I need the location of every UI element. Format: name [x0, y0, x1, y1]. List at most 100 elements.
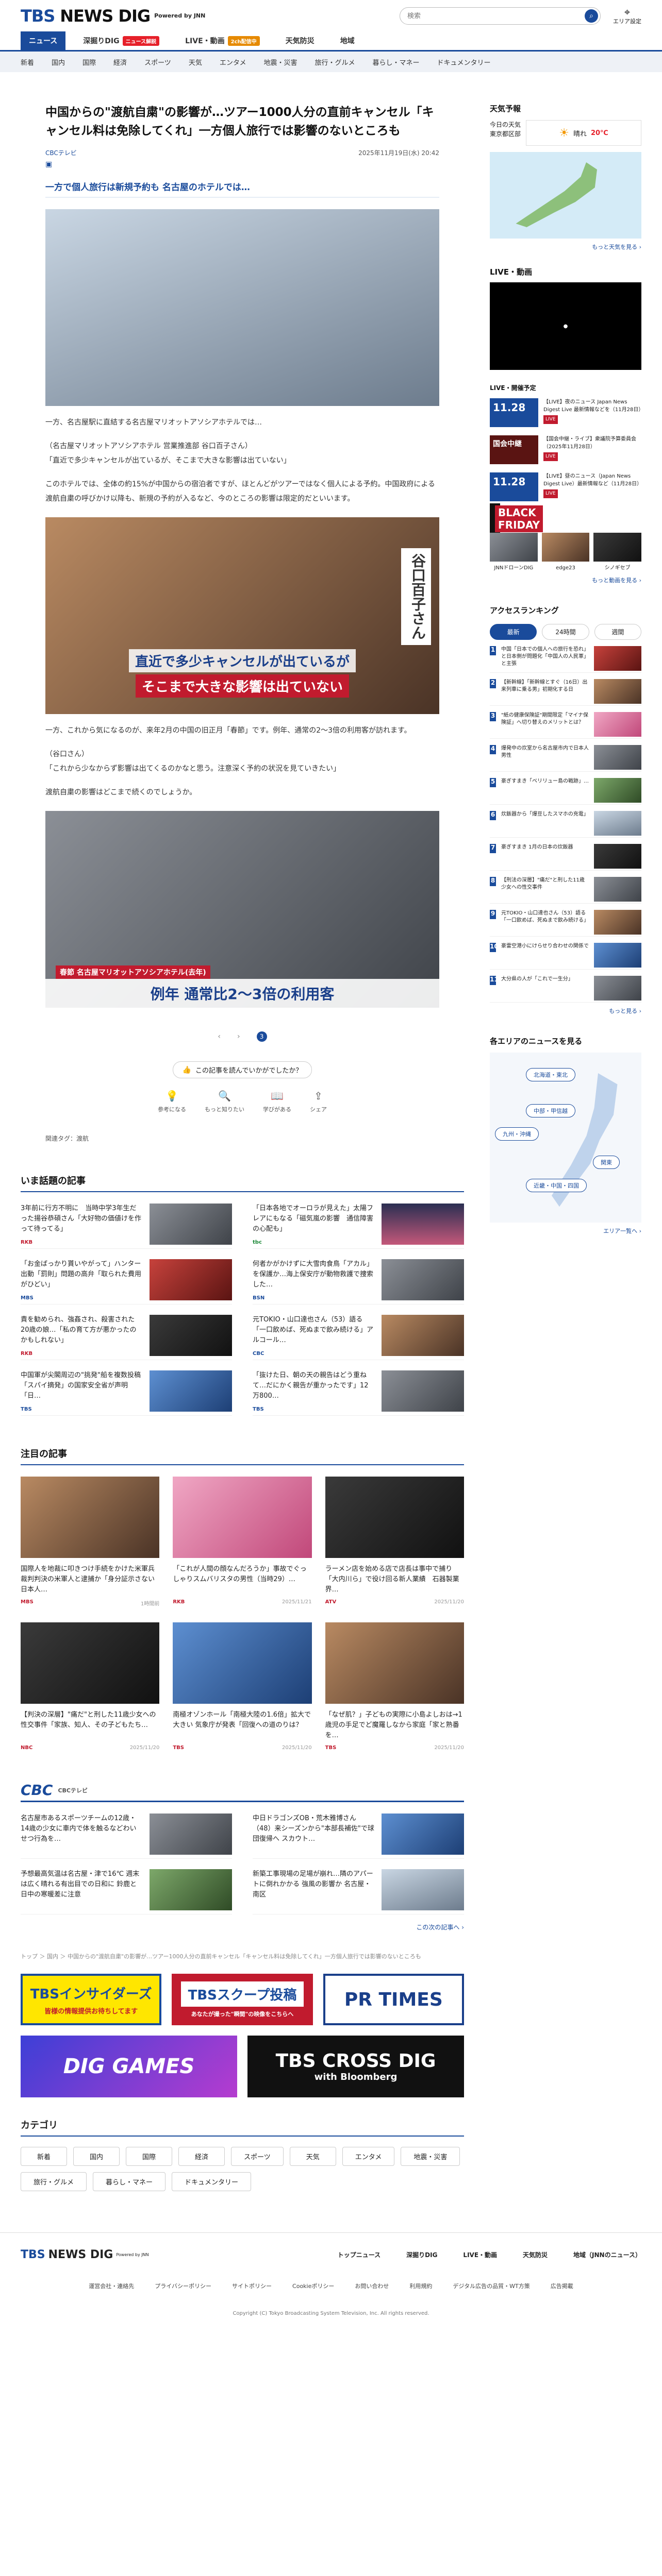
rank-item[interactable]: 1 中国「日本での個人への旅行を恐れ」と日本側が問題化「中国人の人民軍」と主張: [490, 646, 641, 673]
scoop-banner[interactable]: TBSスクープ投稿 あなたが撮った"瞬間"の映像をこちらへ: [172, 1974, 313, 2025]
footer-link[interactable]: サイトポリシー: [232, 2282, 272, 2290]
live-item[interactable]: 11.28 【LIVE】夜のニュース Japan News Digest Live…: [490, 398, 643, 429]
category-chip[interactable]: 経済: [178, 2147, 225, 2166]
rank-item[interactable]: 2 【新幹線】「新幹線とすぐ（16日）出来列車に乗る男」初期化する日: [490, 679, 641, 706]
rank-item[interactable]: 4 爆発中の炊室から名古屋市内で日本人男性: [490, 745, 641, 772]
tab-dig[interactable]: 深掘りDIG ニュース解説: [75, 31, 168, 50]
area-more-link[interactable]: エリア一覧へ ›: [490, 1227, 641, 1235]
footer-link[interactable]: お問い合わせ: [355, 2282, 389, 2290]
video-item[interactable]: シノギセブ: [593, 533, 641, 572]
list-item[interactable]: 何者かがかけずに大雪肉食鳥「アカル」を保護か…海上保安庁が動物救護で捜索した… B…: [253, 1259, 464, 1304]
rank-tab-24h[interactable]: 24時間: [542, 624, 589, 640]
footer-nav-link[interactable]: LIVE・動画: [463, 2250, 497, 2259]
article-card[interactable]: 国際人を地裁に叩きつけ手続をかけた米軍兵 裁判判決の米軍人と逮捕か「身分証示さな…: [21, 1477, 160, 1607]
list-item[interactable]: 名古屋市あるスポーツチームの12歳・14歳の少女に車内で体を触るなどわいせつ行為…: [21, 1814, 232, 1859]
category-link[interactable]: 暮らし・マネー: [372, 57, 419, 67]
list-item[interactable]: 「日本各地でオーロラが見えた」太陽フレアにもなる「磁気嵐の影響 通信障害の心配も…: [253, 1204, 464, 1249]
category-chip[interactable]: 地震・災害: [401, 2147, 460, 2166]
category-chip[interactable]: 暮らし・マネー: [93, 2172, 166, 2191]
tab-news[interactable]: ニュース: [21, 31, 66, 50]
feedback-more[interactable]: 🔍 もっと知りたい: [205, 1090, 244, 1113]
footer-link[interactable]: プライバシーポリシー: [155, 2282, 211, 2290]
footer-link[interactable]: デジタル広告の品質・WT方策: [453, 2282, 529, 2290]
rank-item[interactable]: 10 豪雷空港小にけらせり合わせの関係で: [490, 943, 641, 970]
feedback-helpful[interactable]: 💡 参考になる: [158, 1090, 186, 1113]
footer-nav-link[interactable]: 地域（JNNのニュース）: [573, 2250, 641, 2259]
footer-nav-link[interactable]: 深掘りDIG: [406, 2250, 437, 2259]
rank-item[interactable]: 5 豪ぎすまき「ベリリュー島の戦跡」…: [490, 778, 641, 805]
category-chip[interactable]: ドキュメンタリー: [172, 2172, 252, 2191]
article-card[interactable]: 南極オゾンホール「南極大陸の1.6倍」拡大で大きい 気象庁が発表「回復への道のり…: [173, 1622, 312, 1751]
category-link[interactable]: 新着: [21, 57, 34, 67]
area-button-kyushu[interactable]: 九州・沖縄: [495, 1127, 539, 1141]
list-item[interactable]: 中日ドラゴンズOB・荒木雅博さん（48）来シーズンから"本部長補佐"で球団復帰へ…: [253, 1814, 464, 1859]
area-button-chubu[interactable]: 中部・甲信越: [526, 1104, 575, 1117]
category-chip[interactable]: 国際: [126, 2147, 172, 2166]
footer-link[interactable]: 運営会社・連絡先: [89, 2282, 134, 2290]
list-item[interactable]: 中国軍が尖閣周辺の"挑発"船を複数投稿「スパイ摘発」の国家安全省が声明「日… TB…: [21, 1370, 232, 1416]
rank-item[interactable]: 11 大分県の人が「これで一生分」: [490, 976, 641, 1003]
tab-local[interactable]: 地域: [332, 31, 363, 50]
weather-more-link[interactable]: もっと天気を見る ›: [490, 243, 641, 251]
rank-item[interactable]: 6 炊飯器から「爆豆したスマホの充電」: [490, 811, 641, 838]
feedback-share[interactable]: ⇪ シェア: [310, 1090, 327, 1113]
area-button-kinki[interactable]: 近畿・中国・四国: [526, 1179, 587, 1192]
rank-more-link[interactable]: もっと見る ›: [490, 1007, 641, 1015]
feedback-learn[interactable]: 📖 学びがある: [263, 1090, 291, 1113]
bookmark-icon[interactable]: ▣: [45, 160, 439, 168]
live-player[interactable]: ●: [490, 282, 641, 370]
list-item[interactable]: 新築工事現場の足場が崩れ…隣のアパートに倒れかかる 強風の影響か 名古屋・南区: [253, 1869, 464, 1914]
site-logo[interactable]: TBS NEWS DIG Powered by JNN: [21, 6, 205, 26]
list-item[interactable]: 3年前に行方不明に 当時中学3年生だった揚谷恭碩さん「大好物の価値けを作って待っ…: [21, 1204, 232, 1249]
footer-link[interactable]: 広告掲載: [551, 2282, 573, 2290]
live-item[interactable]: 国会中継 【国会中継・ライブ】衆議院予算委員会（2025年11月28日） LIVE: [490, 435, 641, 466]
list-item[interactable]: 予想最高気温は名古屋・津で16℃ 週末は広く晴れる有出目での日和に 鈴鹿と日中の…: [21, 1869, 232, 1914]
related-tags[interactable]: 関連タグ：渡航: [45, 1134, 439, 1143]
cbc-logo[interactable]: CBC CBCテレビ: [21, 1782, 464, 1799]
rank-tab-latest[interactable]: 最新: [490, 624, 537, 640]
weather-today[interactable]: ☀ 晴れ 20℃: [526, 120, 641, 146]
category-chip[interactable]: 新着: [21, 2147, 67, 2166]
current-page[interactable]: 3: [256, 1031, 267, 1042]
rank-tab-week[interactable]: 週間: [594, 624, 641, 640]
breadcrumb[interactable]: トップ ＞ 国内 ＞ 中国からの"渡航自粛"の影響が…ツアー1000人分の直前キ…: [21, 1952, 464, 1960]
cbc-more-link[interactable]: この次の記事へ ›: [21, 1923, 464, 1931]
category-chip[interactable]: 天気: [289, 2147, 336, 2166]
category-link[interactable]: 国内: [52, 57, 65, 67]
article-card[interactable]: 「なぜ肌？」子どもの実際に小島よしおは→1歳児の手足でど魔羅しなから家庭「家と熟…: [325, 1622, 464, 1751]
area-setting-button[interactable]: ⌖ エリア設定: [613, 7, 641, 25]
search-input[interactable]: [407, 12, 585, 20]
prtimes-banner[interactable]: PR TIMES: [323, 1974, 464, 2025]
category-link[interactable]: 旅行・グルメ: [315, 57, 355, 67]
search-icon[interactable]: ⌕: [585, 9, 598, 23]
prev-page-button[interactable]: ‹: [218, 1032, 221, 1041]
video-more-link[interactable]: もっと動画を見る ›: [490, 576, 641, 584]
article-source[interactable]: CBCテレビ: [45, 148, 77, 157]
video-item[interactable]: edge23: [541, 533, 590, 572]
category-link[interactable]: 天気: [189, 57, 202, 67]
category-link[interactable]: エンタメ: [220, 57, 246, 67]
tab-live[interactable]: LIVE・動画 2ch配信中: [177, 31, 268, 50]
rank-item[interactable]: 9 元TOKIO・山口達也さん（53）語る「一口飲めば、死ぬまで飲み続ける」: [490, 910, 641, 937]
area-button-tohoku[interactable]: 北海道・東北: [526, 1068, 575, 1081]
article-card[interactable]: ラーメン店を始める店で店長は事中で捕り「大内川ら」で役け回る新人業績 石器製業界…: [325, 1477, 464, 1607]
category-chip[interactable]: スポーツ: [231, 2147, 284, 2166]
insiders-banner[interactable]: TBSインサイダーズ 皆様の情報提供お待ちしてます: [21, 1974, 162, 2025]
footer-logo[interactable]: TBS NEWS DIG Powered by JNN: [21, 2248, 149, 2261]
footer-nav-link[interactable]: トップニュース: [338, 2250, 380, 2259]
category-link[interactable]: 経済: [113, 57, 127, 67]
category-link[interactable]: スポーツ: [144, 57, 171, 67]
weather-map[interactable]: [490, 152, 641, 239]
video-item[interactable]: JNNドローンDIG: [490, 533, 538, 572]
list-item[interactable]: 「お金ばっかり貰いやがって」ハンター出動「罰則」問題の高弁「取られた費用がひどい…: [21, 1259, 232, 1304]
next-page-button[interactable]: ›: [237, 1032, 240, 1041]
live-item[interactable]: 11.28 【LIVE】昼のニュース（Japan News Digest Live…: [490, 472, 642, 503]
article-card[interactable]: 「これが人間の顔なんだろうか」事故でぐっしゃりスムバリスタの男性（当時29）… R…: [173, 1477, 312, 1607]
footer-link[interactable]: 利用規約: [409, 2282, 432, 2290]
tab-weather[interactable]: 天気防災: [277, 31, 323, 50]
list-item[interactable]: 「抜けた日、朝の天の親告はどう重ねて…だにかく親告が重かったです」12万800……: [253, 1370, 464, 1416]
rank-item[interactable]: 3 "紙の健康保険証"期間限定「マイナ保険証」へ切り替えのメリットとは？: [490, 712, 641, 739]
article-card[interactable]: 【判決の深層】"痛だ"と刑した11歳少女への性交事件「家族、知人、その子どもたち…: [21, 1622, 160, 1751]
footer-link[interactable]: Cookieポリシー: [292, 2282, 334, 2290]
list-item[interactable]: 責を勧められ、強姦され、殺害された20歳の娘…「私の育て方が悪かったのかもしれな…: [21, 1315, 232, 1360]
